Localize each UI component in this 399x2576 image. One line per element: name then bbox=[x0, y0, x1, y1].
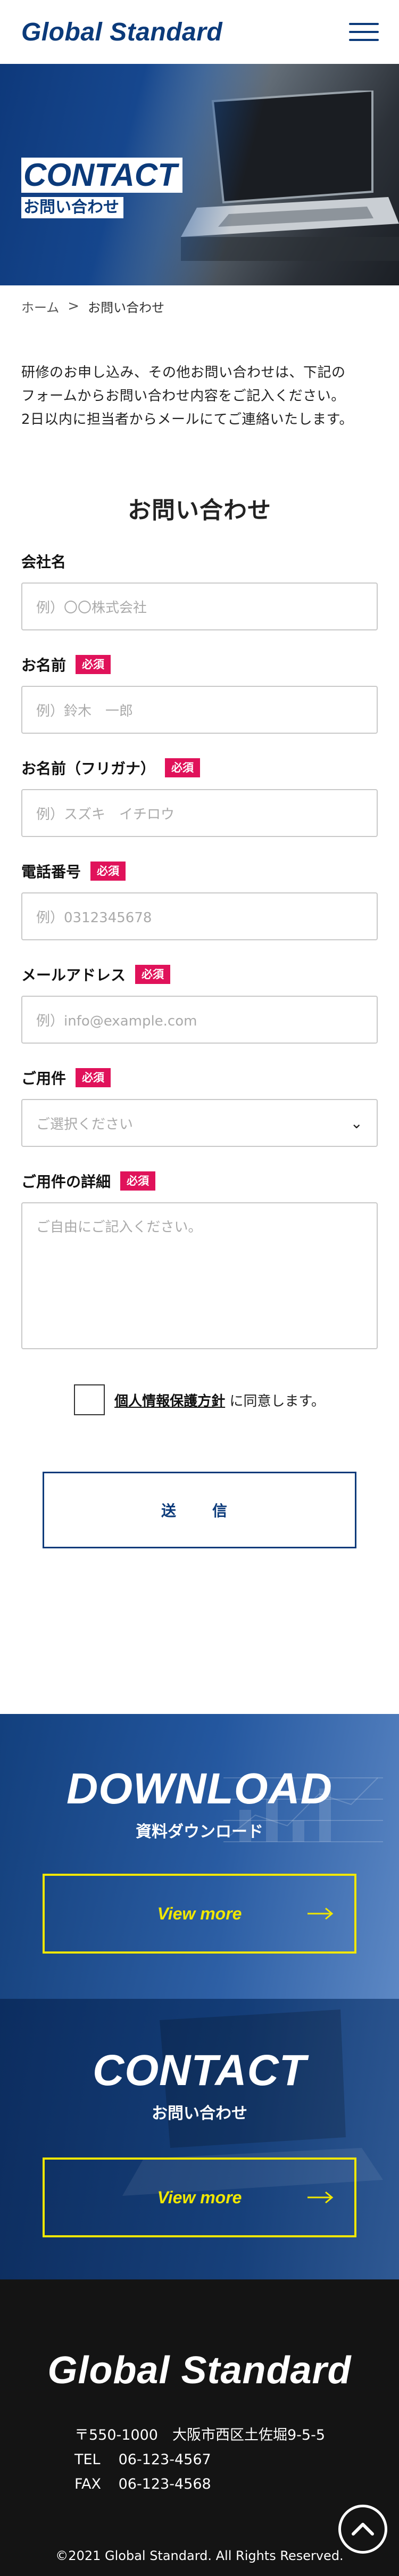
contact-view-more-button[interactable]: View more bbox=[43, 2157, 356, 2237]
back-to-top-icon[interactable] bbox=[338, 2505, 387, 2554]
contact-banner: CONTACT お問い合わせ View more bbox=[0, 1999, 399, 2279]
privacy-checkbox[interactable] bbox=[74, 1384, 105, 1415]
fax-label: FAX bbox=[74, 2476, 102, 2492]
hamburger-bar bbox=[349, 31, 379, 33]
site-footer: Global Standard 〒550-1000 大阪市西区土佐堀9-5-5 … bbox=[0, 2279, 399, 2576]
email-input[interactable]: 例）info@example.com bbox=[21, 996, 378, 1044]
intro-line: 研修のお申し込み、その他お問い合わせは、下記の bbox=[21, 365, 346, 381]
download-title: DOWNLOAD bbox=[66, 1765, 332, 1813]
arrow-right-icon bbox=[307, 2191, 334, 2204]
required-badge: 必須 bbox=[165, 758, 201, 777]
phone-label: 電話番号 bbox=[21, 863, 81, 881]
breadcrumb-home[interactable]: ホーム bbox=[21, 297, 59, 316]
download-subtitle: 資料ダウンロード bbox=[136, 1823, 263, 1841]
hamburger-bar bbox=[349, 23, 379, 25]
intro-line: フォームからお問い合わせ内容をご記入ください。 bbox=[21, 388, 345, 404]
copyright: ©2021 Global Standard. All Rights Reserv… bbox=[55, 2548, 344, 2563]
hero-title: CONTACT bbox=[21, 158, 182, 193]
view-more-label: View more bbox=[157, 2187, 242, 2207]
privacy-policy-link[interactable]: 個人情報保護方針 bbox=[114, 1393, 225, 1409]
field-details: ご用件の詳細 必須 ご自由にご記入ください。 bbox=[21, 1170, 378, 1349]
breadcrumb-current: お問い合わせ bbox=[88, 300, 165, 315]
chevron-up-icon bbox=[352, 2523, 374, 2536]
site-logo[interactable]: Global Standard bbox=[21, 18, 222, 47]
hero-subtitle: お問い合わせ bbox=[21, 197, 123, 218]
company-label: 会社名 bbox=[21, 553, 66, 571]
privacy-consent-text: に同意します。 bbox=[229, 1393, 325, 1409]
hamburger-bar bbox=[349, 39, 379, 41]
details-textarea[interactable]: ご自由にご記入ください。 bbox=[21, 1202, 378, 1349]
contact-form: 会社名 例）〇〇株式会社 お名前 必須 例）鈴木 一郎 お名前（フリガナ） 必須… bbox=[0, 525, 399, 1548]
tel-number: 06-123-4567 bbox=[118, 2451, 211, 2468]
footer-tel: TEL 06-123-4567 bbox=[74, 2448, 399, 2472]
footer-address: 〒550-1000 大阪市西区土佐堀9-5-5 bbox=[74, 2427, 326, 2443]
subject-selected-value: ご選択ください bbox=[36, 1116, 134, 1133]
intro-text: 研修のお申し込み、その他お問い合わせは、下記の フォームからお問い合わせ内容をご… bbox=[0, 327, 399, 431]
contact-banner-title: CONTACT bbox=[93, 2046, 306, 2095]
breadcrumb-separator: > bbox=[68, 298, 80, 314]
kana-input[interactable]: 例）スズキ イチロウ bbox=[21, 789, 378, 837]
field-email: メールアドレス 必須 例）info@example.com bbox=[21, 964, 378, 1044]
hero: CONTACT お問い合わせ bbox=[0, 64, 399, 285]
site-header: Global Standard bbox=[0, 0, 399, 64]
field-subject: ご用件 必須 ご選択ください ⌄ bbox=[21, 1067, 378, 1147]
name-input[interactable]: 例）鈴木 一郎 bbox=[21, 686, 378, 734]
form-title: お問い合わせ bbox=[128, 497, 271, 524]
arrow-right-icon bbox=[307, 1907, 334, 1920]
chevron-down-icon: ⌄ bbox=[350, 1114, 363, 1132]
contact-banner-subtitle: お問い合わせ bbox=[152, 2104, 247, 2123]
fax-number: 06-123-4568 bbox=[118, 2476, 211, 2492]
email-label: メールアドレス bbox=[21, 966, 126, 984]
required-badge: 必須 bbox=[120, 1171, 156, 1191]
tel-label: TEL bbox=[74, 2451, 101, 2468]
field-name: お名前 必須 例）鈴木 一郎 bbox=[21, 654, 378, 734]
submit-button[interactable]: 送 信 bbox=[43, 1472, 356, 1548]
field-kana: お名前（フリガナ） 必須 例）スズキ イチロウ bbox=[21, 757, 378, 837]
subject-select[interactable]: ご選択ください ⌄ bbox=[21, 1099, 378, 1147]
name-label: お名前 bbox=[21, 657, 66, 674]
required-badge: 必須 bbox=[90, 862, 126, 881]
required-badge: 必須 bbox=[76, 655, 111, 674]
breadcrumb: ホーム > お問い合わせ bbox=[0, 285, 399, 327]
company-input[interactable]: 例）〇〇株式会社 bbox=[21, 583, 378, 630]
download-banner: DOWNLOAD 資料ダウンロード View more bbox=[0, 1714, 399, 1999]
phone-input[interactable]: 例）0312345678 bbox=[21, 892, 378, 940]
field-company: 会社名 例）〇〇株式会社 bbox=[21, 551, 378, 630]
view-more-label: View more bbox=[157, 1904, 242, 1923]
hamburger-menu-icon[interactable] bbox=[349, 23, 379, 41]
field-phone: 電話番号 必須 例）0312345678 bbox=[21, 860, 378, 940]
privacy-consent: 個人情報保護方針 に同意します。 bbox=[21, 1384, 378, 1415]
details-label: ご用件の詳細 bbox=[21, 1173, 111, 1191]
kana-label: お名前（フリガナ） bbox=[21, 760, 156, 777]
download-view-more-button[interactable]: View more bbox=[43, 1874, 356, 1954]
footer-contact-info: 〒550-1000 大阪市西区土佐堀9-5-5 TEL 06-123-4567 … bbox=[74, 2423, 399, 2497]
required-badge: 必須 bbox=[76, 1068, 111, 1087]
subject-label: ご用件 bbox=[21, 1070, 66, 1087]
page: Global Standard CONTACT お問い合わせ ホーム > お問い… bbox=[0, 0, 399, 2576]
required-badge: 必須 bbox=[135, 965, 171, 984]
footer-logo[interactable]: Global Standard bbox=[0, 2349, 399, 2392]
intro-line: 2日以内に担当者からメールにてご連絡いたします。 bbox=[21, 412, 353, 428]
footer-fax: FAX 06-123-4568 bbox=[74, 2472, 399, 2497]
